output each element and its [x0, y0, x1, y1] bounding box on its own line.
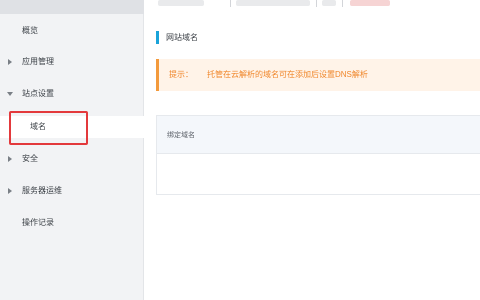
breadcrumb-blurred: [322, 0, 336, 6]
tip-banner: 提示： 托管在云解析的域名可在添加后设置DNS解析: [156, 59, 480, 91]
sidebar: 概览 应用管理 站点设置 域名 安全 服务器运维 操作记录: [0, 0, 144, 300]
chevron-right-icon: [8, 188, 12, 194]
chevron-down-icon: [7, 92, 13, 96]
sidebar-item-server-ops[interactable]: 服务器运维: [0, 180, 144, 202]
tip-text: 托管在云解析的域名可在添加后设置DNS解析: [207, 70, 368, 79]
sidebar-item-security[interactable]: 安全: [0, 148, 144, 170]
page-title: 网站域名: [166, 33, 198, 42]
breadcrumb-separator: [316, 0, 317, 7]
sidebar-item-label: 站点设置: [22, 89, 54, 98]
domain-table: 绑定域名: [156, 115, 480, 195]
sidebar-item-label: 安全: [22, 154, 38, 163]
breadcrumb-blurred: [350, 0, 390, 6]
chevron-right-icon: [8, 156, 12, 162]
breadcrumb-separator: [230, 0, 231, 7]
sidebar-item-app-management[interactable]: 应用管理: [0, 51, 144, 73]
breadcrumb-blurred: [236, 0, 310, 6]
table-header: 绑定域名: [157, 116, 480, 154]
sidebar-header: [0, 0, 144, 14]
sidebar-item-label: 服务器运维: [22, 186, 62, 195]
breadcrumb-separator: [342, 0, 343, 7]
sidebar-item-overview[interactable]: 概览: [0, 20, 144, 42]
sidebar-item-label: 概览: [22, 26, 38, 35]
chevron-right-icon: [8, 59, 12, 65]
sidebar-item-label: 操作记录: [22, 218, 54, 227]
breadcrumb-blurred: [158, 0, 204, 6]
sidebar-item-operation-log[interactable]: 操作记录: [0, 212, 144, 234]
selection-highlight: [9, 111, 88, 145]
section-accent-bar: [156, 31, 159, 44]
tip-prefix: 提示：: [169, 70, 193, 79]
sidebar-item-site-settings[interactable]: 站点设置: [0, 83, 144, 105]
sidebar-item-label: 应用管理: [22, 57, 54, 66]
column-header-bound-domain: 绑定域名: [167, 132, 195, 139]
top-breadcrumb-bar: [144, 0, 480, 14]
